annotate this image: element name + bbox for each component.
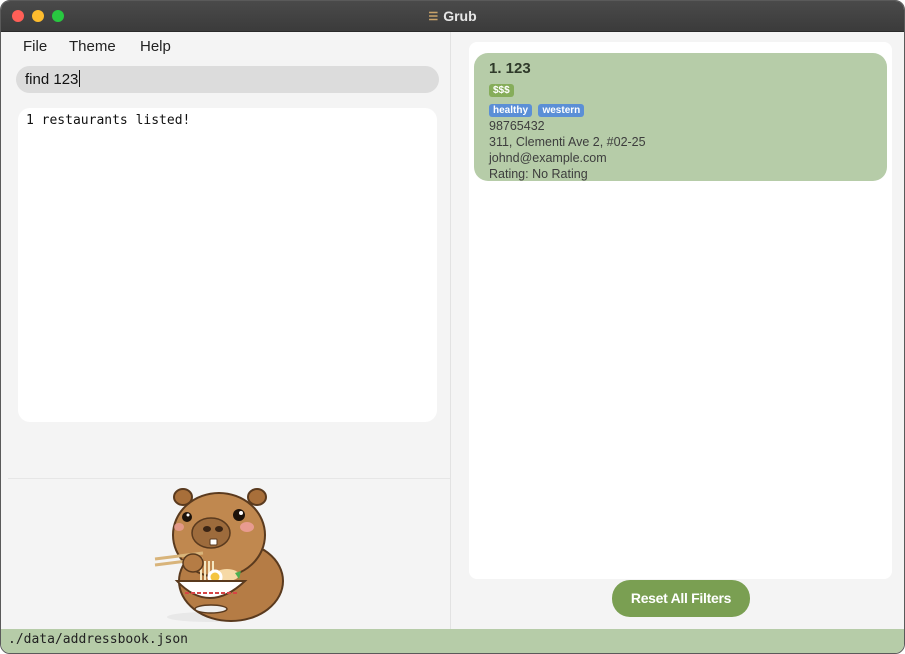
tag-list: healthy western [489,100,872,117]
menu-theme[interactable]: Theme [69,38,116,55]
restaurant-rating: Rating: No Rating [489,167,588,181]
price-badge: $$$ [489,84,514,97]
burger-icon: ☰ [428,11,439,23]
restaurant-email: johnd@example.com [489,151,607,165]
window-title-wrap: ☰ Grub [1,8,904,24]
restaurant-phone: 98765432 [489,119,545,133]
left-pane: File Theme Help find 123 1 restaurants l… [1,32,451,629]
data-file-path: ./data/addressbook.json [8,632,189,647]
capybara-mascot-image [154,488,284,622]
menu-file[interactable]: File [23,38,47,55]
menu-bar: File Theme Help [1,32,450,60]
command-input-text: find 123 [25,71,79,88]
window-title: Grub [443,8,477,24]
result-message: 1 restaurants listed! [26,113,191,128]
tag-badge: healthy [489,104,533,117]
title-bar: ☰ Grub [1,1,904,32]
restaurant-address: 311, Clementi Ave 2, #02-25 [489,135,646,149]
menu-help[interactable]: Help [140,38,171,55]
pane-divider [8,478,450,479]
restaurant-list[interactable]: 1. 123 $$$ healthy western 98765432 311,… [469,42,892,579]
result-display: 1 restaurants listed! [18,108,437,422]
app-window: ☰ Grub File Theme Help find 123 1 restaur… [0,0,905,654]
restaurant-name: 1. 123 [489,60,531,77]
right-pane: 1. 123 $$$ healthy western 98765432 311,… [451,32,904,629]
tag-badge: western [538,104,585,117]
text-caret [79,70,81,87]
reset-all-filters-button[interactable]: Reset All Filters [612,580,750,617]
status-bar: ./data/addressbook.json [1,629,904,653]
command-input[interactable]: find 123 [16,66,439,93]
restaurant-card[interactable]: 1. 123 $$$ healthy western 98765432 311,… [474,53,887,181]
